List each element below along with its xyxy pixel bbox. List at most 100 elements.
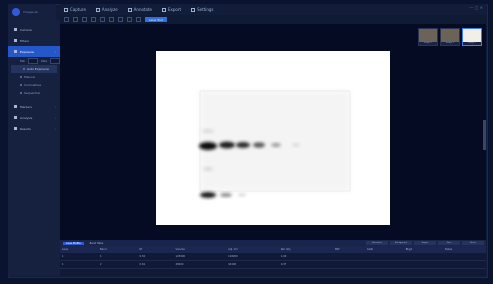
range-min-label: Min bbox=[20, 59, 26, 63]
column-header[interactable]: Band bbox=[98, 246, 138, 253]
results-actions: Normalize Background Export Print Reset bbox=[366, 241, 486, 245]
column-header[interactable]: Rf bbox=[137, 246, 174, 253]
canvas-scrollbar[interactable] bbox=[483, 120, 486, 150]
reset-button[interactable]: Reset bbox=[462, 241, 484, 245]
table-cell: 1.00 bbox=[278, 253, 333, 261]
band-lane6-upper bbox=[292, 143, 300, 147]
faint-band-lane1-mid bbox=[203, 167, 213, 171]
tab-lane-profile[interactable]: Lane Profile bbox=[63, 241, 84, 245]
table-cell: 0.32 bbox=[137, 253, 174, 261]
grid-icon[interactable] bbox=[136, 17, 141, 22]
menu-item-export[interactable]: Export bbox=[161, 7, 182, 12]
band-lane2-upper bbox=[219, 141, 235, 149]
rotate-icon[interactable] bbox=[100, 17, 105, 22]
menu-item-capture[interactable]: Capture bbox=[64, 7, 86, 12]
table-cell bbox=[442, 260, 486, 269]
flip-icon[interactable] bbox=[109, 17, 114, 22]
sidebar-item-exposure[interactable]: Exposure ▾ bbox=[8, 46, 60, 57]
band-lane5-upper bbox=[271, 143, 281, 147]
table-row[interactable]: 1 2 0.61 48200 44100 0.37 bbox=[60, 260, 486, 269]
chevron-right-icon: › bbox=[54, 126, 56, 131]
sidebar-item-label: Filters bbox=[20, 38, 29, 43]
faint-band-lane1 bbox=[202, 129, 214, 133]
sidebar-subitem-cumulative[interactable]: Cumulative bbox=[8, 81, 60, 89]
column-header[interactable]: Rel. Qty bbox=[278, 246, 333, 253]
column-header[interactable]: Bkgd bbox=[403, 246, 443, 253]
column-header[interactable]: Notes bbox=[442, 246, 486, 253]
range-max-input[interactable] bbox=[50, 58, 60, 64]
menu-item-settings[interactable]: Settings bbox=[191, 7, 213, 12]
logo-icon bbox=[12, 8, 20, 16]
subitem-label: Sequential bbox=[24, 91, 40, 95]
pen-icon bbox=[127, 7, 132, 12]
menu-label: Export bbox=[167, 7, 182, 12]
lane-tool-button[interactable]: Lane Tool bbox=[145, 17, 167, 22]
table-cell: 1 bbox=[98, 253, 138, 261]
thumbnail-label: Image 3 bbox=[463, 42, 481, 45]
menu-item-analyze[interactable]: Analyze bbox=[95, 7, 118, 12]
zoom-in-icon[interactable] bbox=[73, 17, 78, 22]
table-cell: 0.37 bbox=[278, 260, 333, 269]
range-max-label: Max bbox=[41, 59, 48, 63]
exposure-range: Min Max bbox=[8, 57, 60, 65]
blot-image-svg bbox=[199, 90, 351, 198]
image-canvas[interactable]: Image 1 Image 2 Image 3 bbox=[60, 24, 486, 240]
chart-icon bbox=[95, 7, 100, 12]
table-cell bbox=[332, 253, 365, 261]
invert-icon[interactable] bbox=[118, 17, 123, 22]
range-min-input[interactable] bbox=[28, 58, 39, 64]
table-cell: 1 bbox=[60, 253, 99, 261]
sidebar-item-label: Analysis bbox=[20, 115, 33, 120]
column-header[interactable]: Volume bbox=[173, 246, 227, 253]
sidebar-item-analysis[interactable]: Analysis › bbox=[8, 112, 60, 123]
contrast-icon[interactable] bbox=[127, 17, 132, 22]
normalize-button[interactable]: Normalize bbox=[366, 241, 388, 245]
chevron-down-icon: ▾ bbox=[54, 49, 56, 54]
bullet-icon bbox=[20, 92, 22, 94]
sidebar-item-filters[interactable]: Filters bbox=[8, 35, 60, 46]
thumbnail-2[interactable]: Image 2 bbox=[440, 28, 460, 46]
camera-icon bbox=[14, 28, 17, 31]
sidebar-subitem-manual[interactable]: Manual bbox=[8, 73, 60, 81]
thumbnail-1[interactable]: Image 1 bbox=[418, 28, 438, 46]
column-header[interactable]: Adj. Vol bbox=[226, 246, 279, 253]
band-lane3-upper bbox=[236, 142, 250, 148]
export-icon bbox=[161, 7, 166, 12]
window-controls[interactable]: — ▢ ✕ bbox=[469, 5, 483, 10]
print-button[interactable]: Print bbox=[438, 241, 460, 245]
menu-item-annotate[interactable]: Annotate bbox=[127, 7, 152, 12]
band-lane1-lower bbox=[200, 192, 216, 198]
sidebar-item-results[interactable]: Results › bbox=[8, 123, 60, 134]
column-header[interactable]: Calib bbox=[364, 246, 404, 253]
table-cell: 118200 bbox=[226, 253, 279, 261]
export-button[interactable]: Export bbox=[414, 241, 436, 245]
sidebar-item-markers[interactable]: Markers › bbox=[8, 101, 60, 112]
column-header[interactable]: MW bbox=[332, 246, 365, 253]
thumbnail-3[interactable]: Image 3 bbox=[462, 28, 482, 46]
blot-image[interactable] bbox=[156, 51, 390, 225]
table-cell bbox=[403, 253, 443, 261]
sidebar-subitem-auto-exposure[interactable]: Auto Exposure bbox=[11, 65, 57, 73]
sidebar-item-label: Camera bbox=[20, 27, 32, 32]
zoom-out-icon[interactable] bbox=[82, 17, 87, 22]
table-cell bbox=[364, 260, 404, 269]
thumbnail-label: Image 1 bbox=[419, 42, 437, 45]
sidebar-item-camera[interactable]: Camera bbox=[8, 24, 60, 35]
sun-icon bbox=[14, 50, 17, 53]
menu-label: Analyze bbox=[101, 7, 118, 12]
bullet-icon bbox=[23, 68, 25, 70]
tab-band-table[interactable]: Band Table bbox=[87, 242, 107, 245]
sidebar-subitem-sequential[interactable]: Sequential bbox=[8, 89, 60, 97]
table-row[interactable]: 1 1 0.32 125400 118200 1.00 bbox=[60, 253, 486, 261]
column-header[interactable]: Lane bbox=[60, 246, 99, 253]
sidebar-item-label: Markers bbox=[20, 104, 32, 109]
thumbnail-label: Image 2 bbox=[441, 42, 459, 45]
top-menu: Capture Analyze Annotate Export Settings bbox=[60, 4, 486, 15]
select-tool-icon[interactable] bbox=[64, 17, 69, 22]
sidebar: Camera Filters Exposure ▾ Min Max Auto Ex… bbox=[8, 20, 60, 276]
toolbar: Lane Tool bbox=[60, 15, 486, 24]
background-button[interactable]: Background bbox=[390, 241, 412, 245]
menu-label: Settings bbox=[197, 7, 214, 12]
crop-icon[interactable] bbox=[91, 17, 96, 22]
app-logo: ImageLab bbox=[8, 4, 56, 20]
